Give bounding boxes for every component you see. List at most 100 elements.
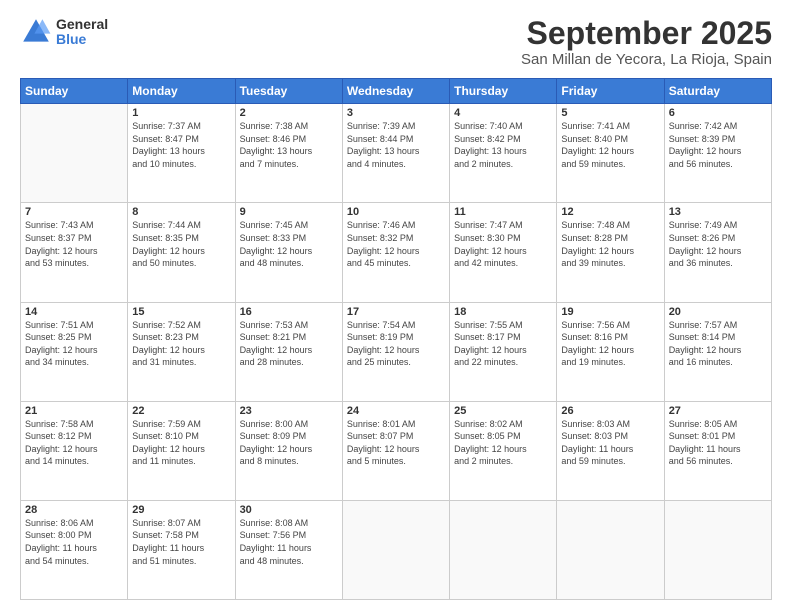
day-info: Sunrise: 7:59 AM Sunset: 8:10 PM Dayligh… (132, 418, 230, 468)
day-info: Sunrise: 7:41 AM Sunset: 8:40 PM Dayligh… (561, 120, 659, 170)
day-info: Sunrise: 7:55 AM Sunset: 8:17 PM Dayligh… (454, 319, 552, 369)
day-number: 18 (454, 306, 552, 318)
day-info: Sunrise: 7:57 AM Sunset: 8:14 PM Dayligh… (669, 319, 767, 369)
day-number: 22 (132, 405, 230, 417)
day-cell: 20Sunrise: 7:57 AM Sunset: 8:14 PM Dayli… (664, 302, 771, 401)
day-cell: 14Sunrise: 7:51 AM Sunset: 8:25 PM Dayli… (21, 302, 128, 401)
day-number: 7 (25, 206, 123, 218)
day-number: 12 (561, 206, 659, 218)
day-info: Sunrise: 7:56 AM Sunset: 8:16 PM Dayligh… (561, 319, 659, 369)
day-info: Sunrise: 7:42 AM Sunset: 8:39 PM Dayligh… (669, 120, 767, 170)
day-number: 6 (669, 107, 767, 119)
location: San Millan de Yecora, La Rioja, Spain (521, 51, 772, 68)
day-cell: 30Sunrise: 8:08 AM Sunset: 7:56 PM Dayli… (235, 500, 342, 599)
day-info: Sunrise: 8:01 AM Sunset: 8:07 PM Dayligh… (347, 418, 445, 468)
day-cell: 29Sunrise: 8:07 AM Sunset: 7:58 PM Dayli… (128, 500, 235, 599)
day-cell: 27Sunrise: 8:05 AM Sunset: 8:01 PM Dayli… (664, 401, 771, 500)
header-cell-wednesday: Wednesday (342, 79, 449, 104)
logo-general: General (56, 17, 108, 32)
day-cell: 9Sunrise: 7:45 AM Sunset: 8:33 PM Daylig… (235, 203, 342, 302)
day-info: Sunrise: 7:51 AM Sunset: 8:25 PM Dayligh… (25, 319, 123, 369)
day-number: 10 (347, 206, 445, 218)
day-number: 24 (347, 405, 445, 417)
header-cell-tuesday: Tuesday (235, 79, 342, 104)
day-cell (342, 500, 449, 599)
day-info: Sunrise: 7:37 AM Sunset: 8:47 PM Dayligh… (132, 120, 230, 170)
day-info: Sunrise: 7:40 AM Sunset: 8:42 PM Dayligh… (454, 120, 552, 170)
day-cell: 18Sunrise: 7:55 AM Sunset: 8:17 PM Dayli… (450, 302, 557, 401)
day-number: 28 (25, 504, 123, 516)
day-cell: 3Sunrise: 7:39 AM Sunset: 8:44 PM Daylig… (342, 104, 449, 203)
day-info: Sunrise: 7:39 AM Sunset: 8:44 PM Dayligh… (347, 120, 445, 170)
header-cell-monday: Monday (128, 79, 235, 104)
day-cell: 23Sunrise: 8:00 AM Sunset: 8:09 PM Dayli… (235, 401, 342, 500)
day-cell (21, 104, 128, 203)
logo-blue: Blue (56, 32, 108, 47)
day-info: Sunrise: 7:45 AM Sunset: 8:33 PM Dayligh… (240, 219, 338, 269)
day-cell: 17Sunrise: 7:54 AM Sunset: 8:19 PM Dayli… (342, 302, 449, 401)
day-info: Sunrise: 8:07 AM Sunset: 7:58 PM Dayligh… (132, 517, 230, 567)
day-number: 25 (454, 405, 552, 417)
day-cell: 5Sunrise: 7:41 AM Sunset: 8:40 PM Daylig… (557, 104, 664, 203)
week-row-2: 14Sunrise: 7:51 AM Sunset: 8:25 PM Dayli… (21, 302, 772, 401)
day-cell: 22Sunrise: 7:59 AM Sunset: 8:10 PM Dayli… (128, 401, 235, 500)
day-cell: 26Sunrise: 8:03 AM Sunset: 8:03 PM Dayli… (557, 401, 664, 500)
day-number: 1 (132, 107, 230, 119)
day-info: Sunrise: 7:58 AM Sunset: 8:12 PM Dayligh… (25, 418, 123, 468)
day-cell: 4Sunrise: 7:40 AM Sunset: 8:42 PM Daylig… (450, 104, 557, 203)
day-number: 14 (25, 306, 123, 318)
day-number: 30 (240, 504, 338, 516)
header-cell-saturday: Saturday (664, 79, 771, 104)
day-cell: 13Sunrise: 7:49 AM Sunset: 8:26 PM Dayli… (664, 203, 771, 302)
day-cell: 12Sunrise: 7:48 AM Sunset: 8:28 PM Dayli… (557, 203, 664, 302)
day-number: 21 (25, 405, 123, 417)
day-number: 15 (132, 306, 230, 318)
header-cell-sunday: Sunday (21, 79, 128, 104)
header-row: SundayMondayTuesdayWednesdayThursdayFrid… (21, 79, 772, 104)
day-cell: 11Sunrise: 7:47 AM Sunset: 8:30 PM Dayli… (450, 203, 557, 302)
day-number: 8 (132, 206, 230, 218)
logo: General Blue (20, 16, 108, 48)
week-row-1: 7Sunrise: 7:43 AM Sunset: 8:37 PM Daylig… (21, 203, 772, 302)
day-info: Sunrise: 7:38 AM Sunset: 8:46 PM Dayligh… (240, 120, 338, 170)
page: General Blue September 2025 San Millan d… (0, 0, 792, 612)
day-cell: 2Sunrise: 7:38 AM Sunset: 8:46 PM Daylig… (235, 104, 342, 203)
day-info: Sunrise: 8:00 AM Sunset: 8:09 PM Dayligh… (240, 418, 338, 468)
calendar-table: SundayMondayTuesdayWednesdayThursdayFrid… (20, 78, 772, 600)
week-row-0: 1Sunrise: 7:37 AM Sunset: 8:47 PM Daylig… (21, 104, 772, 203)
day-info: Sunrise: 8:03 AM Sunset: 8:03 PM Dayligh… (561, 418, 659, 468)
day-number: 3 (347, 107, 445, 119)
week-row-3: 21Sunrise: 7:58 AM Sunset: 8:12 PM Dayli… (21, 401, 772, 500)
day-cell: 25Sunrise: 8:02 AM Sunset: 8:05 PM Dayli… (450, 401, 557, 500)
day-cell: 10Sunrise: 7:46 AM Sunset: 8:32 PM Dayli… (342, 203, 449, 302)
day-cell (557, 500, 664, 599)
month-title: September 2025 (521, 16, 772, 51)
logo-icon (20, 16, 52, 48)
day-cell: 15Sunrise: 7:52 AM Sunset: 8:23 PM Dayli… (128, 302, 235, 401)
day-number: 19 (561, 306, 659, 318)
day-cell: 28Sunrise: 8:06 AM Sunset: 8:00 PM Dayli… (21, 500, 128, 599)
day-cell: 8Sunrise: 7:44 AM Sunset: 8:35 PM Daylig… (128, 203, 235, 302)
day-number: 2 (240, 107, 338, 119)
day-info: Sunrise: 7:52 AM Sunset: 8:23 PM Dayligh… (132, 319, 230, 369)
day-info: Sunrise: 8:02 AM Sunset: 8:05 PM Dayligh… (454, 418, 552, 468)
day-cell: 7Sunrise: 7:43 AM Sunset: 8:37 PM Daylig… (21, 203, 128, 302)
day-info: Sunrise: 7:54 AM Sunset: 8:19 PM Dayligh… (347, 319, 445, 369)
title-block: September 2025 San Millan de Yecora, La … (521, 16, 772, 68)
day-number: 29 (132, 504, 230, 516)
day-cell: 16Sunrise: 7:53 AM Sunset: 8:21 PM Dayli… (235, 302, 342, 401)
day-info: Sunrise: 7:53 AM Sunset: 8:21 PM Dayligh… (240, 319, 338, 369)
day-cell (450, 500, 557, 599)
day-info: Sunrise: 8:05 AM Sunset: 8:01 PM Dayligh… (669, 418, 767, 468)
logo-text: General Blue (56, 17, 108, 48)
day-info: Sunrise: 7:44 AM Sunset: 8:35 PM Dayligh… (132, 219, 230, 269)
day-cell (664, 500, 771, 599)
day-cell: 24Sunrise: 8:01 AM Sunset: 8:07 PM Dayli… (342, 401, 449, 500)
day-info: Sunrise: 7:48 AM Sunset: 8:28 PM Dayligh… (561, 219, 659, 269)
day-cell: 1Sunrise: 7:37 AM Sunset: 8:47 PM Daylig… (128, 104, 235, 203)
day-info: Sunrise: 7:46 AM Sunset: 8:32 PM Dayligh… (347, 219, 445, 269)
day-number: 5 (561, 107, 659, 119)
day-number: 17 (347, 306, 445, 318)
header-cell-friday: Friday (557, 79, 664, 104)
day-info: Sunrise: 7:47 AM Sunset: 8:30 PM Dayligh… (454, 219, 552, 269)
